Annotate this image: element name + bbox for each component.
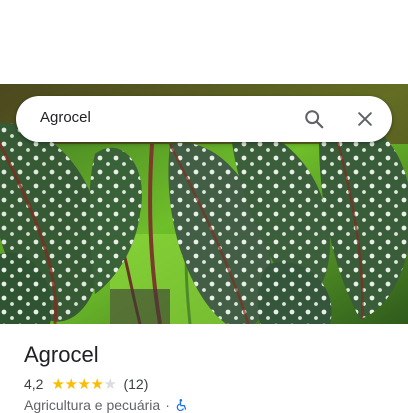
rating-row[interactable]: 4,2 ★ ★ ★ ★ ★ (12): [24, 376, 148, 392]
top-blank-area: [0, 0, 408, 84]
star-filled-icon: ★: [51, 375, 65, 393]
category-row: Agricultura e pecuária ·: [24, 397, 189, 413]
rating-stars: ★ ★ ★ ★ ★: [51, 377, 116, 392]
clear-search-button[interactable]: [350, 104, 380, 134]
wheelchair-accessible-icon: [176, 399, 187, 411]
star-filled-icon: ★: [77, 375, 91, 393]
separator-dot: ·: [165, 397, 170, 413]
close-icon: [358, 112, 372, 126]
search-button[interactable]: [299, 104, 329, 134]
star-filled-icon: ★: [64, 375, 78, 393]
search-bar[interactable]: Agrocel: [16, 96, 392, 142]
search-icon: [305, 110, 324, 129]
place-category: Agricultura e pecuária: [24, 397, 161, 413]
star-filled-icon: ★: [90, 375, 104, 393]
search-input[interactable]: Agrocel: [40, 109, 91, 126]
review-count[interactable]: (12): [123, 376, 148, 392]
star-empty-icon: ★: [103, 375, 117, 393]
place-title: Agrocel: [24, 342, 99, 367]
place-info-panel[interactable]: Agrocel 4,2 ★ ★ ★ ★ ★ (12) Agricultura e pec…: [0, 324, 408, 413]
rating-value: 4,2: [24, 376, 44, 392]
